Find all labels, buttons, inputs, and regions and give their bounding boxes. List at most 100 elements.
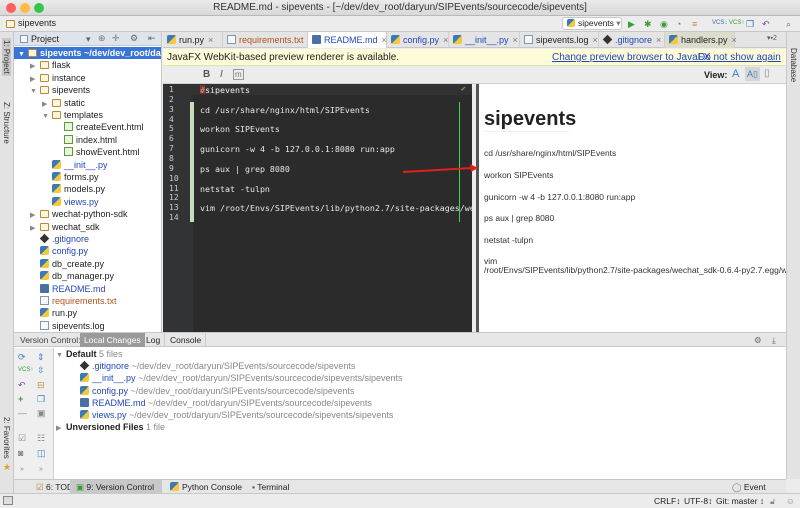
- tree-item[interactable]: ▼ sipevents: [14, 84, 161, 96]
- tab-console[interactable]: Console: [166, 333, 207, 347]
- tree-item[interactable]: views.py: [14, 196, 161, 208]
- search-icon[interactable]: ⌕: [786, 18, 791, 30]
- tab-log[interactable]: Log: [142, 333, 166, 347]
- editor-tab[interactable]: .gitignore ×: [599, 32, 665, 48]
- profile-icon[interactable]: ◔: [676, 18, 681, 30]
- split-view-icon[interactable]: A▯: [745, 67, 760, 81]
- shelve-icon[interactable]: ⊟: [37, 380, 45, 391]
- changed-file[interactable]: __init__.py ~/dev/dev_root/daryun/SIPEve…: [80, 373, 402, 383]
- refresh-icon[interactable]: ⟳: [18, 352, 26, 363]
- changed-file[interactable]: .gitignore ~/dev/dev_root/daryun/SIPEven…: [79, 360, 355, 371]
- bold-button[interactable]: B: [203, 69, 210, 80]
- close-tab-icon[interactable]: ×: [593, 35, 598, 45]
- close-tab-icon[interactable]: ×: [732, 35, 737, 45]
- debug-icon[interactable]: ✱: [644, 18, 652, 30]
- tree-item[interactable]: ▼sipevents ~/dev/dev_root/daryun/SIPEven…: [14, 47, 161, 59]
- preview-only-view-icon[interactable]: ▯: [764, 68, 770, 79]
- database-tool-button[interactable]: Database: [789, 48, 798, 82]
- breadcrumb[interactable]: sipevents: [18, 18, 56, 28]
- add-icon[interactable]: +: [18, 394, 23, 404]
- compare-icon[interactable]: ❐: [746, 18, 754, 30]
- close-tab-icon[interactable]: ×: [208, 35, 213, 45]
- close-tab-icon[interactable]: ×: [513, 35, 518, 45]
- git-branch[interactable]: Git: master ↕: [716, 494, 764, 508]
- editor-tab[interactable]: config.py ×: [387, 32, 449, 48]
- dropdown-icon[interactable]: ▾: [86, 34, 91, 45]
- close-tab-icon[interactable]: ×: [656, 35, 661, 45]
- lock-icon[interactable]: 🔓︎: [770, 494, 776, 508]
- more-icon[interactable]: »: [20, 466, 24, 473]
- tree-item[interactable]: ▶ wechat-python-sdk: [14, 208, 161, 220]
- tab-version-control[interactable]: ▣ 9: Version Control: [70, 480, 162, 494]
- editor-tab[interactable]: requirements.txt×: [223, 32, 313, 48]
- tabs-overflow[interactable]: ▾▪2: [767, 34, 777, 42]
- changelist-default[interactable]: ▼ Default 5 files: [56, 349, 123, 359]
- tree-item[interactable]: __init__.py: [14, 159, 161, 171]
- tab-local-changes[interactable]: Local Changes: [80, 333, 145, 347]
- tree-item[interactable]: run.py: [14, 307, 161, 319]
- code-button[interactable]: m: [233, 69, 244, 80]
- inspector-icon[interactable]: ☺: [786, 494, 795, 508]
- tree-item[interactable]: ▶ instance: [14, 72, 161, 84]
- commit-icon[interactable]: VCS↑: [18, 367, 33, 373]
- event-log-button[interactable]: ◯ Event Log: [726, 480, 786, 506]
- run-config-select[interactable]: sipevents ▾: [562, 17, 622, 30]
- code-editor[interactable]: ✔ 1 #sipevents 2 3 cd /usr/share/nginx/html/…: [163, 84, 472, 332]
- editor-tab[interactable]: README.md ×: [308, 32, 387, 48]
- tree-item[interactable]: index.html: [14, 134, 161, 146]
- remove-icon[interactable]: —: [18, 408, 27, 418]
- tree-item[interactable]: requirements.txt: [14, 295, 161, 307]
- tree-item[interactable]: createEvent.html: [14, 121, 161, 133]
- project-view-select[interactable]: Project: [20, 34, 59, 44]
- shelf-icon[interactable]: ◙: [18, 448, 23, 458]
- changelist-unversioned[interactable]: ▶ Unversioned Files 1 file: [56, 422, 165, 432]
- preview-diff-icon[interactable]: ◫: [37, 448, 46, 459]
- editor-only-view-icon[interactable]: A: [732, 68, 739, 80]
- editor-tab[interactable]: handlers.py ×: [665, 32, 737, 48]
- checkbox-icon[interactable]: ☑: [18, 433, 26, 444]
- do-not-show-again-link[interactable]: Do not show again: [698, 49, 781, 66]
- line-separator[interactable]: CRLF↕: [654, 494, 680, 508]
- hide-icon[interactable]: ⇤: [148, 33, 156, 44]
- scroll-from-source-icon[interactable]: ⊕: [98, 33, 106, 44]
- revert-icon[interactable]: ↶: [18, 380, 26, 391]
- tree-item[interactable]: README.md: [14, 283, 161, 295]
- structure-tool-button[interactable]: Z: Structure: [2, 102, 11, 144]
- tree-item[interactable]: forms.py: [14, 171, 161, 183]
- tree-item[interactable]: ▶ wechat_sdk: [14, 221, 161, 233]
- diff-icon[interactable]: ▣: [37, 408, 46, 419]
- toggle-tool-windows-icon[interactable]: [3, 496, 13, 505]
- editor-tab[interactable]: run.py ×: [163, 32, 223, 48]
- editor-tab[interactable]: __init__.py ×: [449, 32, 520, 48]
- revert-icon[interactable]: ↶: [762, 18, 770, 30]
- copy-icon[interactable]: ❐: [37, 394, 45, 405]
- vcs-commit-icon[interactable]: VCS↑: [729, 17, 744, 29]
- concurrency-icon[interactable]: ≡: [692, 18, 697, 30]
- close-tab-icon[interactable]: ×: [443, 35, 448, 45]
- more-icon[interactable]: »: [39, 466, 43, 473]
- tree-item[interactable]: db_manager.py: [14, 270, 161, 282]
- tree-item[interactable]: sipevents.log: [14, 320, 161, 332]
- tab-python-console[interactable]: Python Console: [164, 480, 248, 494]
- collapse-all-icon[interactable]: ⇳: [37, 365, 45, 376]
- group-icon[interactable]: ☷: [37, 433, 45, 444]
- tree-item[interactable]: ▶ flask: [14, 59, 161, 71]
- project-tool-button[interactable]: 1: Project: [2, 38, 11, 76]
- vcs-update-icon[interactable]: VCS↓: [712, 17, 727, 29]
- tab-terminal[interactable]: ▪ Terminal: [246, 480, 295, 494]
- changed-file[interactable]: config.py ~/dev/dev_root/daryun/SIPEvent…: [80, 385, 354, 396]
- tree-item[interactable]: models.py: [14, 183, 161, 195]
- encoding[interactable]: UTF-8↕: [684, 494, 712, 508]
- run-icon[interactable]: ▶: [628, 18, 635, 30]
- changed-file[interactable]: views.py ~/dev/dev_root/daryun/SIPEvents…: [80, 410, 393, 420]
- tree-item[interactable]: .gitignore: [14, 233, 161, 245]
- editor-tab[interactable]: sipevents.log ×: [520, 32, 599, 48]
- gear-icon[interactable]: ⚙: [754, 333, 762, 347]
- collapse-all-icon[interactable]: ✛: [112, 33, 120, 44]
- gear-icon[interactable]: ⚙: [130, 33, 138, 44]
- expand-all-icon[interactable]: ⇕: [37, 352, 45, 363]
- coverage-icon[interactable]: ◉: [660, 18, 668, 30]
- italic-button[interactable]: I: [220, 69, 223, 80]
- changed-file[interactable]: README.md ~/dev/dev_root/daryun/SIPEvent…: [80, 397, 372, 408]
- close-tab-icon[interactable]: ×: [382, 35, 387, 45]
